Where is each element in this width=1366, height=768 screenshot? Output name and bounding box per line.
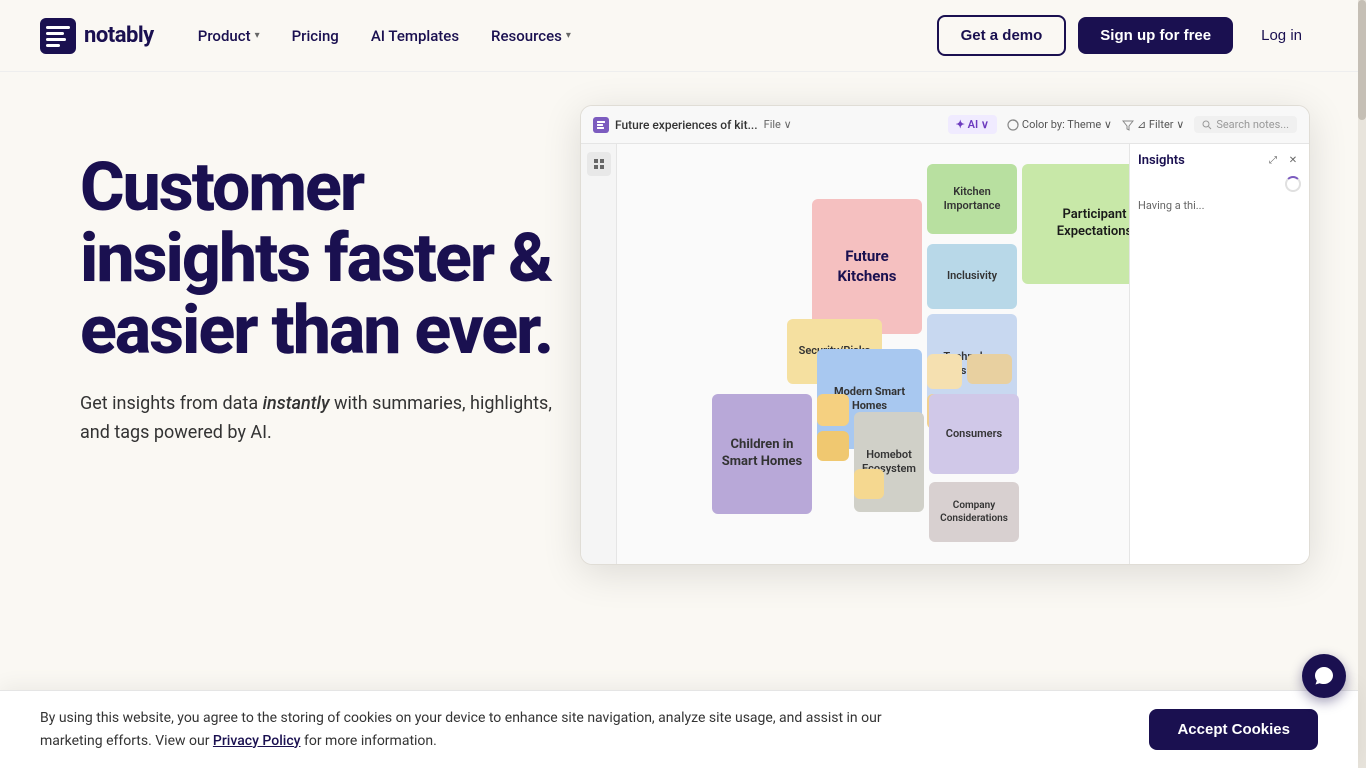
insights-controls: ⤢ ✕ [1265,152,1301,168]
insights-close-icon[interactable]: ✕ [1285,152,1301,168]
insights-loading [1138,176,1301,192]
tile-future-kitchens[interactable]: Future Kitchens [812,199,922,334]
nav-resources[interactable]: Resources ▾ [479,19,583,53]
nav-links: Product ▾ Pricing AI Templates Resources… [186,19,937,53]
tile-small6 [854,469,884,499]
insights-expand-icon[interactable]: ⤢ [1265,152,1281,168]
toolbar-app-icon [593,117,609,133]
scrollbar[interactable] [1358,0,1366,768]
tile-small5 [817,431,849,461]
app-sidebar [581,144,617,564]
login-button[interactable]: Log in [1245,17,1318,54]
tile-small3 [967,354,1012,384]
toolbar-ai-button[interactable]: ✦ AI ∨ [948,115,997,134]
get-demo-button[interactable]: Get a demo [937,15,1067,56]
toolbar-file-section: Future experiences of kit... File ∨ [593,117,792,133]
hero-headline: Customer insights faster & easier than e… [80,152,560,366]
tile-company-considerations[interactable]: Company Considerations [929,482,1019,542]
logo-text: notably [84,23,154,48]
sidebar-grid-icon[interactable] [587,152,611,176]
tile-small1 [927,354,962,389]
cookie-banner: By using this website, you agree to the … [0,690,1358,768]
tile-children-smart-homes[interactable]: Children in Smart Homes [712,394,812,514]
app-canvas: Kitchen Importance Participant Expectati… [617,144,1309,564]
tile-consumers[interactable]: Consumers [929,394,1019,474]
tile-small4 [817,394,849,426]
privacy-policy-link[interactable]: Privacy Policy [213,733,301,749]
tile-kitchen-importance[interactable]: Kitchen Importance [927,164,1017,234]
app-screenshot: Future experiences of kit... File ∨ ✦ AI… [580,105,1310,565]
chat-icon [1313,665,1335,687]
toolbar-filter[interactable]: ⊿ Filter ∨ [1122,118,1184,131]
toolbar-right: ✦ AI ∨ Color by: Theme ∨ ⊿ Filter ∨ Sear… [948,115,1297,134]
navbar: notably Product ▾ Pricing AI Templates R… [0,0,1358,72]
loading-spinner [1285,176,1301,192]
chat-button[interactable] [1302,654,1346,698]
nav-ai-templates[interactable]: AI Templates [359,19,471,53]
logo-icon [40,18,76,54]
insights-panel: Insights ⤢ ✕ Having a thi... [1129,144,1309,564]
cookie-text: By using this website, you agree to the … [40,707,940,752]
logo[interactable]: notably [40,18,154,54]
signup-button[interactable]: Sign up for free [1078,17,1233,54]
hero-subtext: Get insights from data instantly with su… [80,390,560,448]
toolbar-search[interactable]: Search notes... [1194,116,1297,133]
product-chevron-icon: ▾ [255,30,260,41]
accept-cookies-button[interactable]: Accept Cookies [1149,709,1318,750]
insights-typing-text: Having a thi... [1138,198,1301,215]
toolbar-colorby[interactable]: Color by: Theme ∨ [1007,118,1112,131]
toolbar-file-dropdown[interactable]: File ∨ [764,118,792,131]
nav-pricing[interactable]: Pricing [280,19,351,53]
resources-chevron-icon: ▾ [566,30,571,41]
nav-product[interactable]: Product ▾ [186,19,272,53]
hero-text: Customer insights faster & easier than e… [80,132,560,488]
insights-title: Insights [1138,153,1185,168]
insights-header: Insights ⤢ ✕ [1138,152,1301,168]
toolbar-filename: Future experiences of kit... [615,118,758,132]
app-body: Kitchen Importance Participant Expectati… [581,144,1309,564]
nav-actions: Get a demo Sign up for free Log in [937,15,1318,56]
tile-inclusivity[interactable]: Inclusivity [927,244,1017,309]
scrollbar-thumb[interactable] [1358,0,1366,120]
app-toolbar: Future experiences of kit... File ∨ ✦ AI… [581,106,1309,144]
